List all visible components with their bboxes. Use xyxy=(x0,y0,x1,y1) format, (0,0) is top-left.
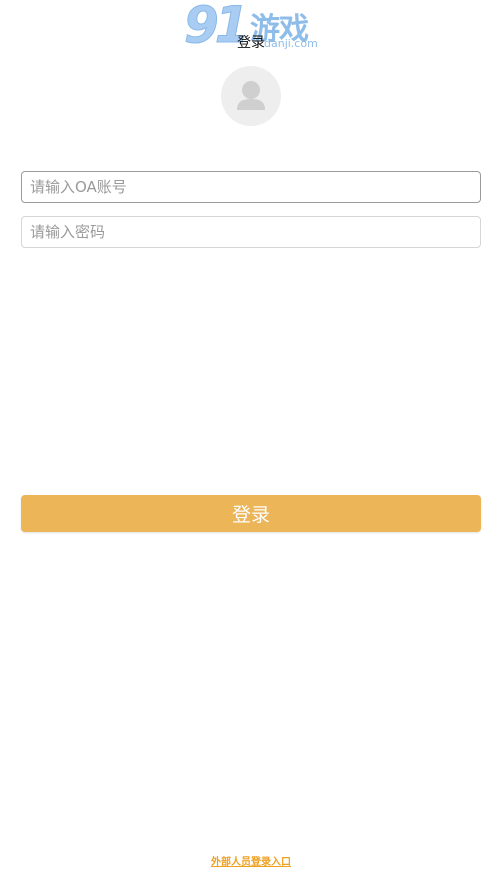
external-login-link[interactable]: 外部人员登录入口 xyxy=(0,853,502,868)
user-silhouette-icon xyxy=(237,81,265,110)
oa-account-input[interactable] xyxy=(21,171,481,203)
login-button[interactable]: 登录 xyxy=(21,495,481,532)
page-title: 登录 xyxy=(237,35,265,51)
password-input[interactable] xyxy=(21,216,481,248)
avatar xyxy=(221,66,281,126)
login-page: 91 游戏 danji.com 登录 登录 外部人员登录入口 xyxy=(0,0,502,890)
